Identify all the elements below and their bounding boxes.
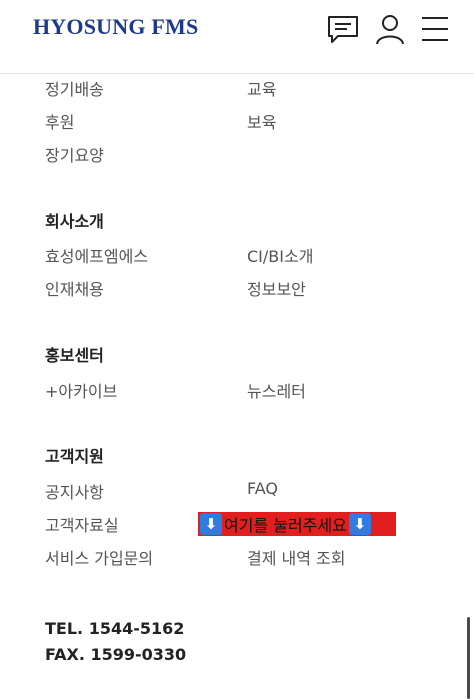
link-info-security[interactable]: 정보보안 (247, 276, 306, 300)
link-faq[interactable]: FAQ (247, 479, 278, 498)
link-hyosung-fms[interactable]: 효성에프엠에스 (45, 243, 148, 267)
link-sponsorship[interactable]: 후원 (45, 109, 74, 133)
link-education[interactable]: 교육 (247, 76, 276, 100)
link-regular-delivery[interactable]: 정기배송 (45, 76, 104, 100)
scrollbar[interactable] (467, 617, 470, 699)
link-archive[interactable]: +아카이브 (45, 378, 117, 402)
contact-fax: FAX. 1599-0330 (45, 645, 187, 664)
link-customer-materials[interactable]: 고객자료실 (45, 512, 119, 536)
link-long-term-care[interactable]: 장기요양 (45, 142, 104, 166)
link-recruitment[interactable]: 인재채용 (45, 276, 104, 300)
section-title-pr: 홍보센터 (45, 346, 104, 365)
link-newsletter[interactable]: 뉴스레터 (247, 378, 306, 402)
arrow-down-icon: ⬇ (200, 513, 222, 535)
section-title-support: 고객지원 (45, 447, 104, 466)
menu-icon[interactable] (418, 12, 452, 46)
link-payment-history[interactable]: 결제 내역 조회 (247, 545, 346, 569)
highlight-label: 여기를 눌러주세요 (224, 516, 347, 535)
contact-tel[interactable]: TEL. 1544-5162 (45, 619, 184, 638)
logo[interactable]: HYOSUNG FMS (33, 14, 198, 40)
arrow-down-icon: ⬇ (348, 513, 371, 535)
highlight-click-here-link[interactable]: ⬇ 여기를 눌러주세요 ⬇ (198, 512, 396, 536)
site-header: HYOSUNG FMS (0, 0, 474, 74)
chat-icon[interactable] (326, 12, 360, 46)
section-title-company: 회사소개 (45, 212, 104, 231)
user-icon[interactable] (373, 12, 407, 46)
link-notice[interactable]: 공지사항 (45, 479, 104, 503)
link-service-inquiry[interactable]: 서비스 가입문의 (45, 545, 153, 569)
link-childcare[interactable]: 보육 (247, 109, 276, 133)
link-ci-bi[interactable]: CI/BI소개 (247, 243, 313, 267)
